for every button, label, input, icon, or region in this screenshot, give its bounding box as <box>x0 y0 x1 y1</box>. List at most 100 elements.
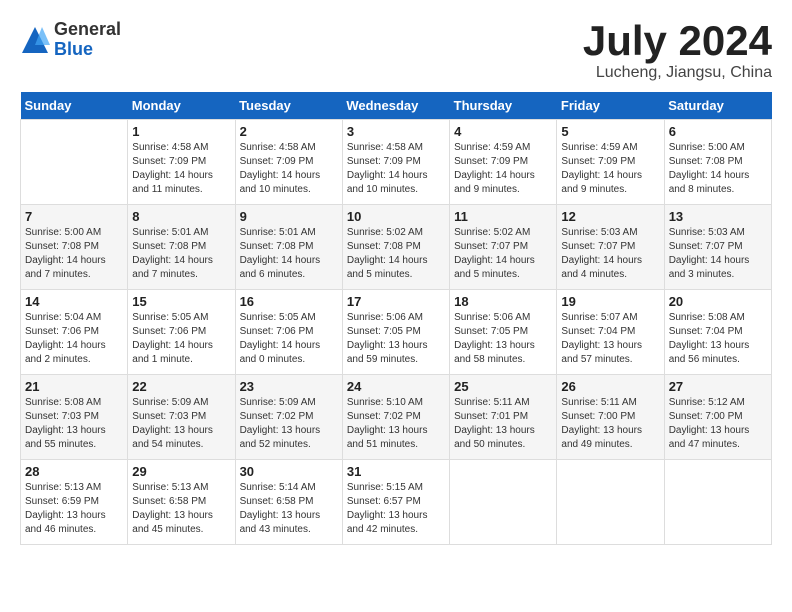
day-number: 18 <box>454 294 552 309</box>
logo-icon <box>20 25 50 55</box>
calendar-cell: 9 Sunrise: 5:01 AM Sunset: 7:08 PM Daylig… <box>235 205 342 290</box>
calendar-cell: 11 Sunrise: 5:02 AM Sunset: 7:07 PM Dayli… <box>450 205 557 290</box>
calendar-week-row: 7Sunrise: 5:00 AM Sunset: 7:08 PM Daylig… <box>21 205 772 290</box>
page-header: General Blue July 2024 Lucheng, Jiangsu,… <box>20 20 772 82</box>
calendar-cell: 13 Sunrise: 5:03 AM Sunset: 7:07 PM Dayli… <box>664 205 771 290</box>
calendar-cell: 28Sunrise: 5:13 AM Sunset: 6:59 PM Dayli… <box>21 460 128 545</box>
day-of-week-header: Wednesday <box>342 92 449 120</box>
day-number: 20 <box>669 294 767 309</box>
day-number: 7 <box>25 209 123 224</box>
day-number: 6 <box>669 124 767 139</box>
day-info: Sunrise: 5:08 AM Sunset: 7:03 PM Dayligh… <box>25 396 123 452</box>
day-number: 28 <box>25 464 123 479</box>
day-info: Sunrise: 5:06 AM Sunset: 7:05 PM Dayligh… <box>454 311 552 367</box>
day-of-week-header: Monday <box>128 92 235 120</box>
day-number: 4 <box>454 124 552 139</box>
calendar-cell: 7Sunrise: 5:00 AM Sunset: 7:08 PM Daylig… <box>21 205 128 290</box>
day-number: 29 <box>132 464 230 479</box>
day-number: 1 <box>132 124 230 139</box>
day-info: Sunrise: 4:59 AM Sunset: 7:09 PM Dayligh… <box>561 141 659 197</box>
calendar-cell: 16 Sunrise: 5:05 AM Sunset: 7:06 PM Dayli… <box>235 290 342 375</box>
calendar-cell <box>664 460 771 545</box>
day-info: Sunrise: 5:03 AM Sunset: 7:07 PM Dayligh… <box>561 226 659 282</box>
calendar-cell <box>450 460 557 545</box>
calendar-cell: 17 Sunrise: 5:06 AM Sunset: 7:05 PM Dayli… <box>342 290 449 375</box>
day-number: 9 <box>240 209 338 224</box>
day-number: 19 <box>561 294 659 309</box>
calendar-cell: 30 Sunrise: 5:14 AM Sunset: 6:58 PM Dayli… <box>235 460 342 545</box>
day-number: 22 <box>132 379 230 394</box>
calendar-cell: 24 Sunrise: 5:10 AM Sunset: 7:02 PM Dayli… <box>342 375 449 460</box>
calendar-cell: 25 Sunrise: 5:11 AM Sunset: 7:01 PM Dayli… <box>450 375 557 460</box>
day-number: 13 <box>669 209 767 224</box>
day-number: 24 <box>347 379 445 394</box>
calendar-table: SundayMondayTuesdayWednesdayThursdayFrid… <box>20 92 772 545</box>
calendar-cell: 31Sunrise: 5:15 AM Sunset: 6:57 PM Dayli… <box>342 460 449 545</box>
day-info: Sunrise: 5:03 AM Sunset: 7:07 PM Dayligh… <box>669 226 767 282</box>
day-info: Sunrise: 5:01 AM Sunset: 7:08 PM Dayligh… <box>240 226 338 282</box>
day-number: 30 <box>240 464 338 479</box>
calendar-cell: 18 Sunrise: 5:06 AM Sunset: 7:05 PM Dayli… <box>450 290 557 375</box>
day-info: Sunrise: 5:02 AM Sunset: 7:08 PM Dayligh… <box>347 226 445 282</box>
day-info: Sunrise: 5:02 AM Sunset: 7:07 PM Dayligh… <box>454 226 552 282</box>
calendar-cell: 10 Sunrise: 5:02 AM Sunset: 7:08 PM Dayli… <box>342 205 449 290</box>
day-info: Sunrise: 5:05 AM Sunset: 7:06 PM Dayligh… <box>132 311 230 367</box>
calendar-week-row: 28Sunrise: 5:13 AM Sunset: 6:59 PM Dayli… <box>21 460 772 545</box>
logo: General Blue <box>20 20 121 60</box>
day-info: Sunrise: 5:06 AM Sunset: 7:05 PM Dayligh… <box>347 311 445 367</box>
calendar-cell: 29 Sunrise: 5:13 AM Sunset: 6:58 PM Dayli… <box>128 460 235 545</box>
logo-text: General Blue <box>54 20 121 60</box>
calendar-cell: 1 Sunrise: 4:58 AM Sunset: 7:09 PM Daylig… <box>128 120 235 205</box>
day-number: 17 <box>347 294 445 309</box>
calendar-cell: 20 Sunrise: 5:08 AM Sunset: 7:04 PM Dayli… <box>664 290 771 375</box>
day-number: 23 <box>240 379 338 394</box>
calendar-cell <box>557 460 664 545</box>
calendar-cell: 8Sunrise: 5:01 AM Sunset: 7:08 PM Daylig… <box>128 205 235 290</box>
calendar-cell: 3 Sunrise: 4:58 AM Sunset: 7:09 PM Daylig… <box>342 120 449 205</box>
calendar-week-row: 1 Sunrise: 4:58 AM Sunset: 7:09 PM Daylig… <box>21 120 772 205</box>
day-number: 2 <box>240 124 338 139</box>
calendar-week-row: 14Sunrise: 5:04 AM Sunset: 7:06 PM Dayli… <box>21 290 772 375</box>
day-info: Sunrise: 5:11 AM Sunset: 7:01 PM Dayligh… <box>454 396 552 452</box>
day-info: Sunrise: 5:14 AM Sunset: 6:58 PM Dayligh… <box>240 481 338 537</box>
day-info: Sunrise: 5:11 AM Sunset: 7:00 PM Dayligh… <box>561 396 659 452</box>
day-of-week-header: Thursday <box>450 92 557 120</box>
logo-general: General <box>54 20 121 40</box>
day-number: 21 <box>25 379 123 394</box>
day-number: 12 <box>561 209 659 224</box>
day-of-week-header: Friday <box>557 92 664 120</box>
day-info: Sunrise: 5:10 AM Sunset: 7:02 PM Dayligh… <box>347 396 445 452</box>
day-info: Sunrise: 5:12 AM Sunset: 7:00 PM Dayligh… <box>669 396 767 452</box>
day-of-week-header: Saturday <box>664 92 771 120</box>
calendar-cell: 14Sunrise: 5:04 AM Sunset: 7:06 PM Dayli… <box>21 290 128 375</box>
day-info: Sunrise: 5:04 AM Sunset: 7:06 PM Dayligh… <box>25 311 123 367</box>
day-info: Sunrise: 4:58 AM Sunset: 7:09 PM Dayligh… <box>240 141 338 197</box>
calendar-cell: 12 Sunrise: 5:03 AM Sunset: 7:07 PM Dayli… <box>557 205 664 290</box>
calendar-cell: 6 Sunrise: 5:00 AM Sunset: 7:08 PM Daylig… <box>664 120 771 205</box>
month-title: July 2024 <box>583 20 772 62</box>
day-number: 11 <box>454 209 552 224</box>
day-of-week-header: Sunday <box>21 92 128 120</box>
day-info: Sunrise: 5:00 AM Sunset: 7:08 PM Dayligh… <box>669 141 767 197</box>
day-number: 5 <box>561 124 659 139</box>
calendar-cell: 26Sunrise: 5:11 AM Sunset: 7:00 PM Dayli… <box>557 375 664 460</box>
day-info: Sunrise: 5:13 AM Sunset: 6:58 PM Dayligh… <box>132 481 230 537</box>
day-info: Sunrise: 5:08 AM Sunset: 7:04 PM Dayligh… <box>669 311 767 367</box>
day-number: 10 <box>347 209 445 224</box>
day-number: 16 <box>240 294 338 309</box>
day-info: Sunrise: 5:07 AM Sunset: 7:04 PM Dayligh… <box>561 311 659 367</box>
day-info: Sunrise: 5:15 AM Sunset: 6:57 PM Dayligh… <box>347 481 445 537</box>
calendar-cell: 5 Sunrise: 4:59 AM Sunset: 7:09 PM Daylig… <box>557 120 664 205</box>
day-of-week-header: Tuesday <box>235 92 342 120</box>
calendar-cell: 22Sunrise: 5:09 AM Sunset: 7:03 PM Dayli… <box>128 375 235 460</box>
day-number: 27 <box>669 379 767 394</box>
day-number: 3 <box>347 124 445 139</box>
day-info: Sunrise: 4:58 AM Sunset: 7:09 PM Dayligh… <box>347 141 445 197</box>
day-number: 15 <box>132 294 230 309</box>
day-info: Sunrise: 5:05 AM Sunset: 7:06 PM Dayligh… <box>240 311 338 367</box>
day-number: 8 <box>132 209 230 224</box>
day-number: 25 <box>454 379 552 394</box>
day-info: Sunrise: 4:58 AM Sunset: 7:09 PM Dayligh… <box>132 141 230 197</box>
calendar-header-row: SundayMondayTuesdayWednesdayThursdayFrid… <box>21 92 772 120</box>
calendar-cell: 4Sunrise: 4:59 AM Sunset: 7:09 PM Daylig… <box>450 120 557 205</box>
